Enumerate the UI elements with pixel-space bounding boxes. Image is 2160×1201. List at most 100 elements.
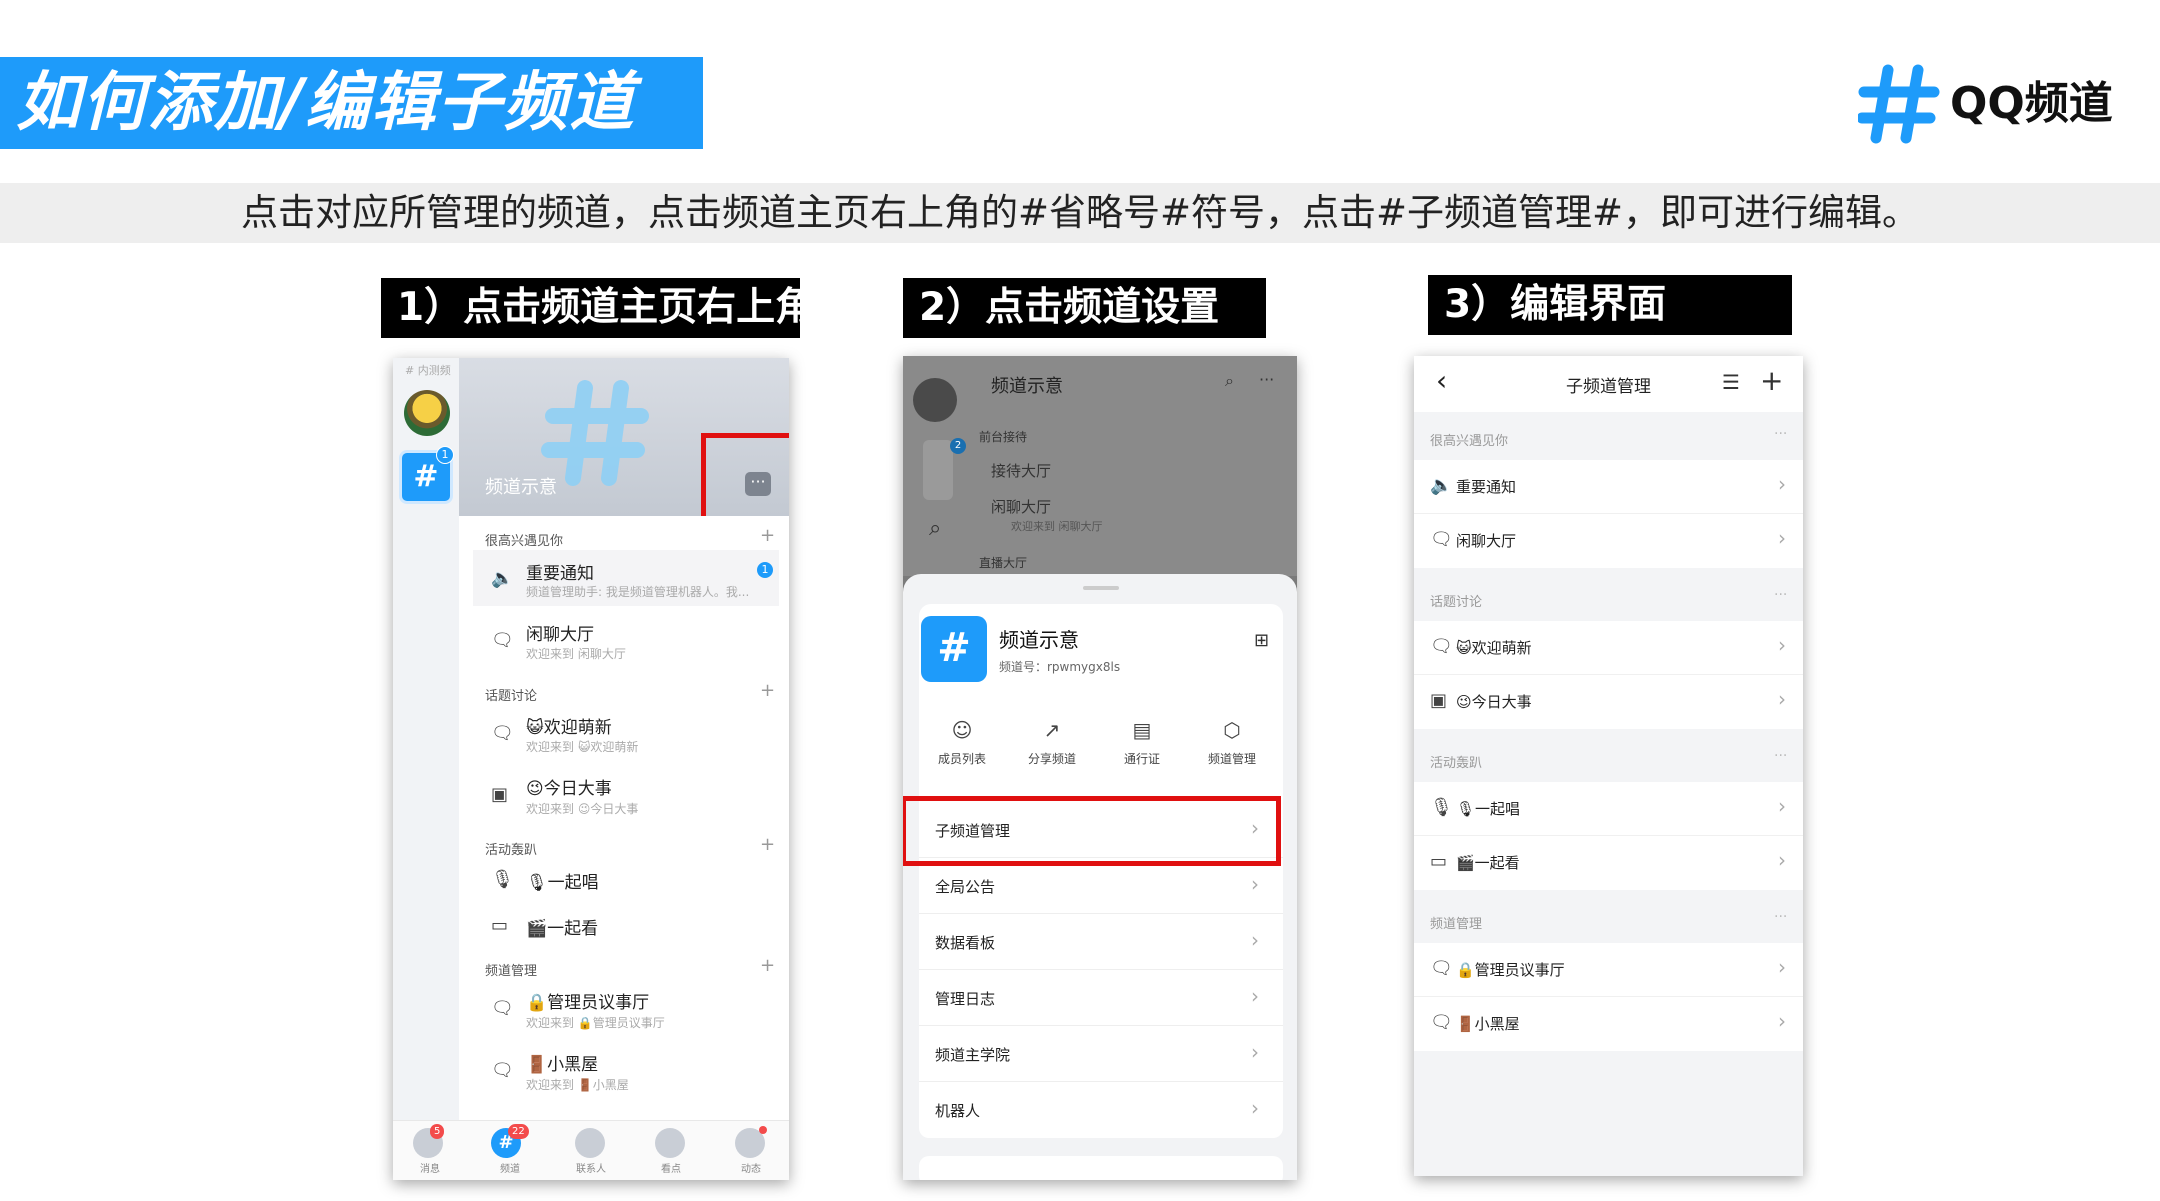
group-label: 很高兴遇见你 [1430, 434, 1509, 449]
group-label: 话题讨论 [1430, 595, 1483, 610]
bg-title: 频道示意 [991, 376, 1063, 397]
item-title[interactable]: 🔒管理员议事厅 [526, 988, 649, 1013]
more-icon: ··· [1259, 370, 1275, 389]
share-icon[interactable]: ↗ [1037, 718, 1067, 742]
tab-label: 动态 [741, 1164, 761, 1175]
channel-id: 频道号：rpwmygx8ls [999, 660, 1121, 674]
channel-name: 频道示意 [485, 477, 557, 498]
bg-badge: 2 [950, 438, 966, 454]
chevron-right-icon: › [1778, 633, 1786, 657]
sidebar-badge: 1 [436, 446, 454, 464]
search-icon: ⌕ [929, 516, 942, 541]
members-icon[interactable]: ☺ [947, 718, 977, 742]
mic-icon: 🎙 [1430, 797, 1453, 818]
logo-text: QQ频道 [1950, 78, 2113, 129]
mic-icon: 🎙 [491, 869, 514, 890]
chat-icon: 🗨 [1430, 1012, 1453, 1033]
group-label: 活动轰趴 [1430, 756, 1483, 771]
item-title[interactable]: 🚪小黑屋 [526, 1050, 598, 1075]
tab-badge: 22 [508, 1124, 529, 1139]
chat-icon: 🗨 [1430, 529, 1453, 550]
item-subtitle: 频道管理助手: 我是频道管理机器人。我... [526, 585, 750, 599]
post-icon: ▣ [491, 784, 509, 805]
item-title[interactable]: 🎬一起看 [526, 914, 598, 939]
unread-badge: 1 [757, 562, 773, 578]
channel-row-label: 🚪小黑屋 [1456, 1015, 1520, 1033]
chevron-right-icon: › [1251, 1040, 1259, 1064]
manage-icon[interactable]: ⬡ [1217, 718, 1247, 742]
step-2-label: 2）点击频道设置 [903, 278, 1266, 338]
add-icon[interactable]: + [760, 680, 775, 701]
channel-list [459, 516, 789, 1138]
subtitle: 点击对应所管理的频道，点击频道主页右上角的#省略号#符号，点击#子频道管理#，即… [240, 191, 1919, 234]
item-title: 重要通知 [526, 564, 594, 584]
channel-hash-icon: # [921, 616, 987, 682]
chevron-right-icon: › [1778, 472, 1786, 496]
group-more-icon[interactable]: ··· [1774, 909, 1787, 925]
dimmed-background [903, 356, 1297, 576]
user-avatar[interactable] [404, 390, 450, 436]
announcement-icon: 🔈 [491, 568, 514, 589]
sheet-handle[interactable] [1083, 586, 1119, 590]
screenshot-channel-home: # 内测频 # 1 频道示意 ··· 很高兴遇见你 + 🔈 重要通知 频道管理助… [393, 358, 789, 1180]
channel-name: 频道示意 [999, 628, 1079, 652]
item-title[interactable]: 闲聊大厅 [526, 620, 594, 645]
section-label: 话题讨论 [485, 689, 538, 704]
mail-icon [923, 440, 953, 500]
item-title[interactable]: 🎙一起唱 [526, 868, 599, 893]
group-label: 频道管理 [1430, 917, 1483, 932]
item-subtitle: 欢迎来到 😉今日大事 [526, 802, 639, 816]
group-more-icon[interactable]: ··· [1774, 426, 1787, 442]
screenshot-subchannel-management: ‹ 子频道管理 ☰ + 很高兴遇见你 ··· 🔈 重要通知 › 🗨 闲聊大厅 ›… [1414, 356, 1803, 1176]
highlight-subchannel-menu [903, 796, 1281, 866]
video-icon: ▭ [1430, 851, 1448, 872]
watch-tab-icon[interactable] [655, 1128, 685, 1158]
chevron-right-icon: › [1251, 1096, 1259, 1120]
group-more-icon[interactable]: ··· [1774, 748, 1787, 764]
group-more-icon[interactable]: ··· [1774, 587, 1787, 603]
menu-label: 数据看板 [935, 934, 996, 952]
video-icon: ▭ [491, 915, 509, 936]
chat-icon: 🗨 [491, 1060, 514, 1081]
channel-row-label: 😺欢迎萌新 [1456, 639, 1532, 657]
chat-icon: 🗨 [491, 998, 514, 1019]
tab-label: 看点 [661, 1164, 681, 1175]
chat-icon: 🗨 [1430, 958, 1453, 979]
contacts-tab-icon[interactable] [575, 1128, 605, 1158]
step-1-label: 1）点击频道主页右上角 [381, 278, 814, 338]
qrcode-icon[interactable]: ⊞ [1254, 630, 1269, 651]
action-label: 通行证 [1123, 752, 1160, 766]
item-subtitle: 欢迎来到 🔒管理员议事厅 [526, 1016, 665, 1030]
item-subtitle: 欢迎来到 闲聊大厅 [526, 647, 626, 661]
section-label: 频道管理 [485, 964, 538, 979]
chevron-right-icon: › [1778, 955, 1786, 979]
channel-row-label: 重要通知 [1456, 478, 1517, 496]
menu-label: 管理日志 [935, 990, 996, 1008]
add-icon[interactable]: + [760, 955, 775, 976]
chevron-right-icon: › [1778, 848, 1786, 872]
pass-icon[interactable]: ▤ [1127, 718, 1157, 742]
chevron-right-icon: › [1778, 794, 1786, 818]
channel-row-label: 🎬一起看 [1456, 854, 1520, 872]
sort-icon[interactable]: ☰ [1722, 370, 1740, 394]
add-icon[interactable]: + [760, 525, 775, 546]
feed-dot-badge [759, 1126, 767, 1134]
add-icon[interactable]: + [760, 834, 775, 855]
page-title: 如何添加/编辑子频道 [16, 66, 636, 140]
chevron-right-icon: › [1251, 928, 1259, 952]
action-label: 频道管理 [1207, 752, 1256, 766]
top-hint: # 内测频 [405, 364, 451, 377]
section-label: 活动轰趴 [485, 843, 538, 858]
post-icon: ▣ [1430, 690, 1448, 711]
add-icon[interactable]: + [1760, 364, 1783, 397]
step-3-label: 3）编辑界面 [1428, 275, 1792, 335]
chevron-right-icon: › [1778, 687, 1786, 711]
chevron-right-icon: › [1778, 1009, 1786, 1033]
tab-label: 频道 [500, 1164, 520, 1175]
item-title[interactable]: 😺欢迎萌新 [526, 713, 612, 738]
chat-icon: 🗨 [1430, 636, 1453, 657]
item-title[interactable]: 😉今日大事 [526, 774, 612, 799]
guild-avatar [913, 378, 957, 422]
announcement-icon: 🔈 [1430, 475, 1453, 496]
screenshot-channel-settings: 频道示意 ⌕ ··· 2 ⌕ 前台接待 接待大厅 闲聊大厅 欢迎来到 闲聊大厅 … [903, 356, 1297, 1180]
